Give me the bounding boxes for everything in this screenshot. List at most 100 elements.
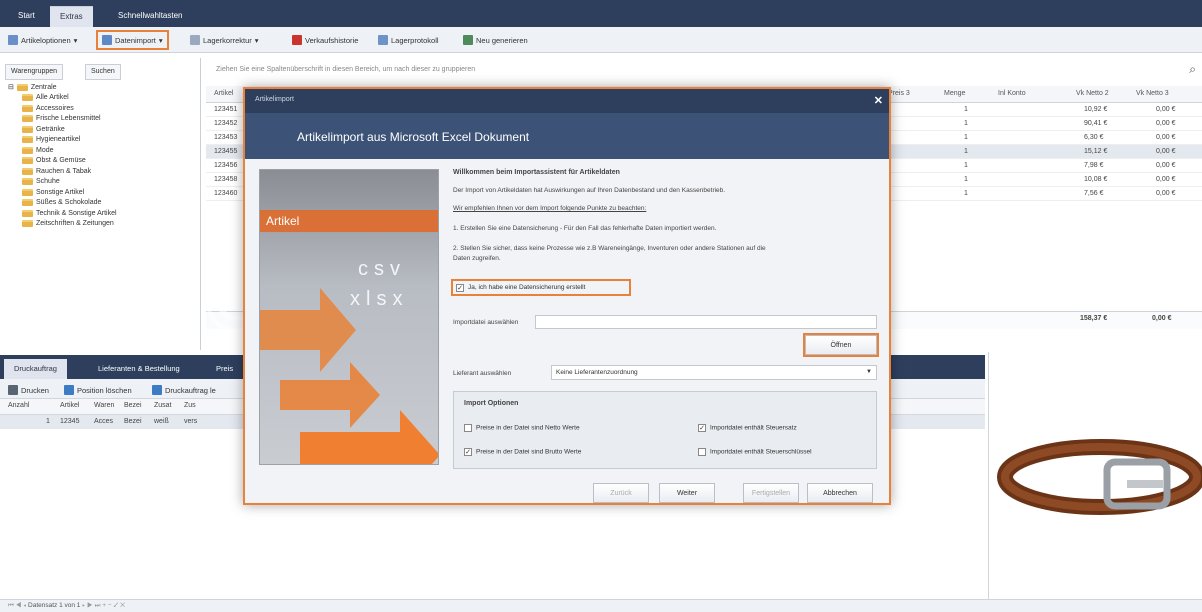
dialog-titlebar: Artikelimport (245, 89, 889, 113)
lagerprotokoll-button[interactable]: Lagerprotokoll (378, 32, 439, 48)
tab-druckauftrag[interactable]: Druckauftrag (4, 359, 67, 379)
info-text: 2. Stellen Sie sicher, dass keine Prozes… (453, 245, 766, 252)
datenimport-label: Datenimport (115, 35, 156, 45)
open-button[interactable]: Öffnen (803, 333, 879, 357)
artikeloptionen-button[interactable]: Artikeloptionen ▾ (8, 32, 77, 48)
import-icon (102, 35, 112, 45)
folder-icon (22, 115, 33, 123)
tree-item[interactable]: Rauchen & Tabak (8, 166, 117, 177)
info-text: Der Import von Artikeldaten hat Auswirku… (453, 187, 726, 194)
finish-button-label: Fertigstellen (751, 489, 791, 497)
tab-lieferanten-bestellung[interactable]: Lieferanten & Bestellung (88, 359, 190, 379)
close-icon[interactable]: ✕ (874, 94, 883, 107)
column-header[interactable]: Zus (184, 402, 196, 409)
supplier-select[interactable]: Keine Lieferantenzuordnung ▼ (551, 365, 877, 380)
cell: 1 (46, 418, 50, 425)
cell: 1 (964, 148, 968, 155)
steuerschluessel-option[interactable]: Importdatei enthält Steuerschlüssel (698, 448, 812, 456)
tree-item[interactable]: Zeitschriften & Zeitungen (8, 219, 117, 230)
column-header[interactable]: Menge (944, 90, 965, 97)
tab-schnellwahltasten[interactable]: Schnellwahltasten (108, 6, 192, 27)
column-header[interactable]: Preis 3 (888, 90, 910, 97)
datenimport-button[interactable]: Datenimport ▾ (96, 30, 169, 50)
article-image-pane (988, 352, 1202, 599)
cell: 0,00 € (1156, 176, 1176, 183)
tab-extras[interactable]: Extras (50, 6, 93, 27)
cell: Acces (94, 418, 114, 425)
lagerkorrektur-button[interactable]: Lagerkorrektur ▾ (190, 32, 259, 48)
next-button-label: Weiter (676, 489, 698, 497)
column-header[interactable]: Inl Konto (998, 90, 1026, 97)
cell: 1 (964, 190, 968, 197)
neu-generieren-button[interactable]: Neu generieren (463, 32, 528, 48)
checkbox-icon (698, 448, 706, 456)
supplier-value: Keine Lieferantenzuordnung (556, 369, 638, 376)
tree-label: Technik & Sonstige Artikel (36, 209, 117, 217)
backup-confirm-checkbox[interactable]: ✓ Ja, ich habe eine Datensicherung erste… (451, 279, 631, 296)
folder-icon (22, 94, 33, 102)
file-path-input[interactable] (535, 315, 877, 329)
record-status: Datensatz 1 von 1 (28, 602, 81, 609)
steuersatz-option[interactable]: ✓ Importdatei enthält Steuersatz (698, 424, 797, 432)
cell: 6,30 € (1084, 134, 1104, 141)
column-header[interactable]: Zusat (154, 402, 172, 409)
tree-item[interactable]: Getränke (8, 124, 117, 135)
tab-suchen[interactable]: Suchen (85, 64, 121, 80)
tree-item[interactable]: Technik & Sonstige Artikel (8, 208, 117, 219)
dialog-header: Artikelimport aus Microsoft Excel Dokume… (245, 113, 889, 159)
folder-icon (22, 157, 33, 165)
column-header[interactable]: Vk Netto 2 (1076, 90, 1109, 97)
column-header[interactable]: Artikel (214, 90, 233, 97)
verkaufshistorie-button[interactable]: Verkaufshistorie (292, 32, 358, 48)
column-header[interactable]: Bezei (124, 402, 142, 409)
column-header[interactable]: Artikel (60, 402, 79, 409)
search-icon[interactable]: ⌕ (1189, 62, 1196, 77)
tree-item[interactable]: Obst & Gemüse (8, 156, 117, 167)
netto-option[interactable]: Preise in der Datei sind Netto Werte (464, 424, 580, 432)
tree-item[interactable]: Hygieneartikel (8, 135, 117, 146)
column-header[interactable]: Anzahl (8, 402, 29, 409)
tab-start[interactable]: Start (8, 6, 45, 27)
cell: 0,00 € (1156, 120, 1176, 127)
cell: 7,98 € (1084, 162, 1104, 169)
druckauftrag-button[interactable]: Druckauftrag le (152, 382, 216, 398)
tab-preis[interactable]: Preis (206, 359, 243, 379)
tree-item[interactable]: Accessoires (8, 103, 117, 114)
drucken-label: Drucken (21, 385, 49, 395)
lagerkorrektur-label: Lagerkorrektur (203, 35, 252, 45)
tree-item[interactable]: Schuhe (8, 177, 117, 188)
status-bar: ⏮ ◀ ◂ Datensatz 1 von 1 ▸ ▶ ⏭ + − ✓ ✕ (0, 599, 1202, 612)
position-loeschen-button[interactable]: Position löschen (64, 382, 132, 398)
column-header[interactable]: Vk Netto 3 (1136, 90, 1169, 97)
toolbar: Artikeloptionen ▾ Datenimport ▾ Lagerkorre… (0, 27, 1202, 53)
cancel-button[interactable]: Abbrechen (807, 483, 873, 503)
cell: 1 (964, 176, 968, 183)
back-button[interactable]: Zurück (593, 483, 649, 503)
cell: vers (184, 418, 198, 425)
artikeloptionen-label: Artikeloptionen (21, 35, 71, 45)
tree-label: Rauchen & Tabak (36, 167, 92, 175)
column-header[interactable]: Waren (94, 402, 114, 409)
ribbon-tab-bar: Start Extras Schnellwahltasten (0, 0, 1202, 27)
folder-icon (22, 136, 33, 144)
cell: 123451 (214, 106, 238, 113)
tree-item[interactable]: ⊟ Zentrale (8, 82, 117, 93)
tree-item[interactable]: Frische Lebensmittel (8, 114, 117, 125)
drucken-button[interactable]: Drucken (8, 382, 49, 398)
file-label: Importdatei auswählen (453, 319, 519, 326)
printjob-icon (152, 385, 162, 395)
open-button-label: Öffnen (830, 341, 852, 349)
brutto-option[interactable]: ✓ Preise in der Datei sind Brutto Werte (464, 448, 581, 456)
tab-warengruppen[interactable]: Warengruppen (5, 64, 64, 80)
tree-item[interactable]: Alle Artikel (8, 93, 117, 104)
tree-label: Schuhe (36, 178, 60, 186)
folder-icon (16, 83, 28, 91)
finish-button[interactable]: Fertigstellen (743, 483, 799, 503)
next-button[interactable]: Weiter (659, 483, 715, 503)
tree-item[interactable]: Süßes & Schokolade (8, 198, 117, 209)
tree-item[interactable]: Mode (8, 145, 117, 156)
dialog-window-title: Artikelimport (255, 96, 294, 103)
folder-icon (22, 146, 33, 154)
tree-item[interactable]: Sonstige Artikel (8, 187, 117, 198)
tree-label: Zeitschriften & Zeitungen (36, 220, 114, 228)
